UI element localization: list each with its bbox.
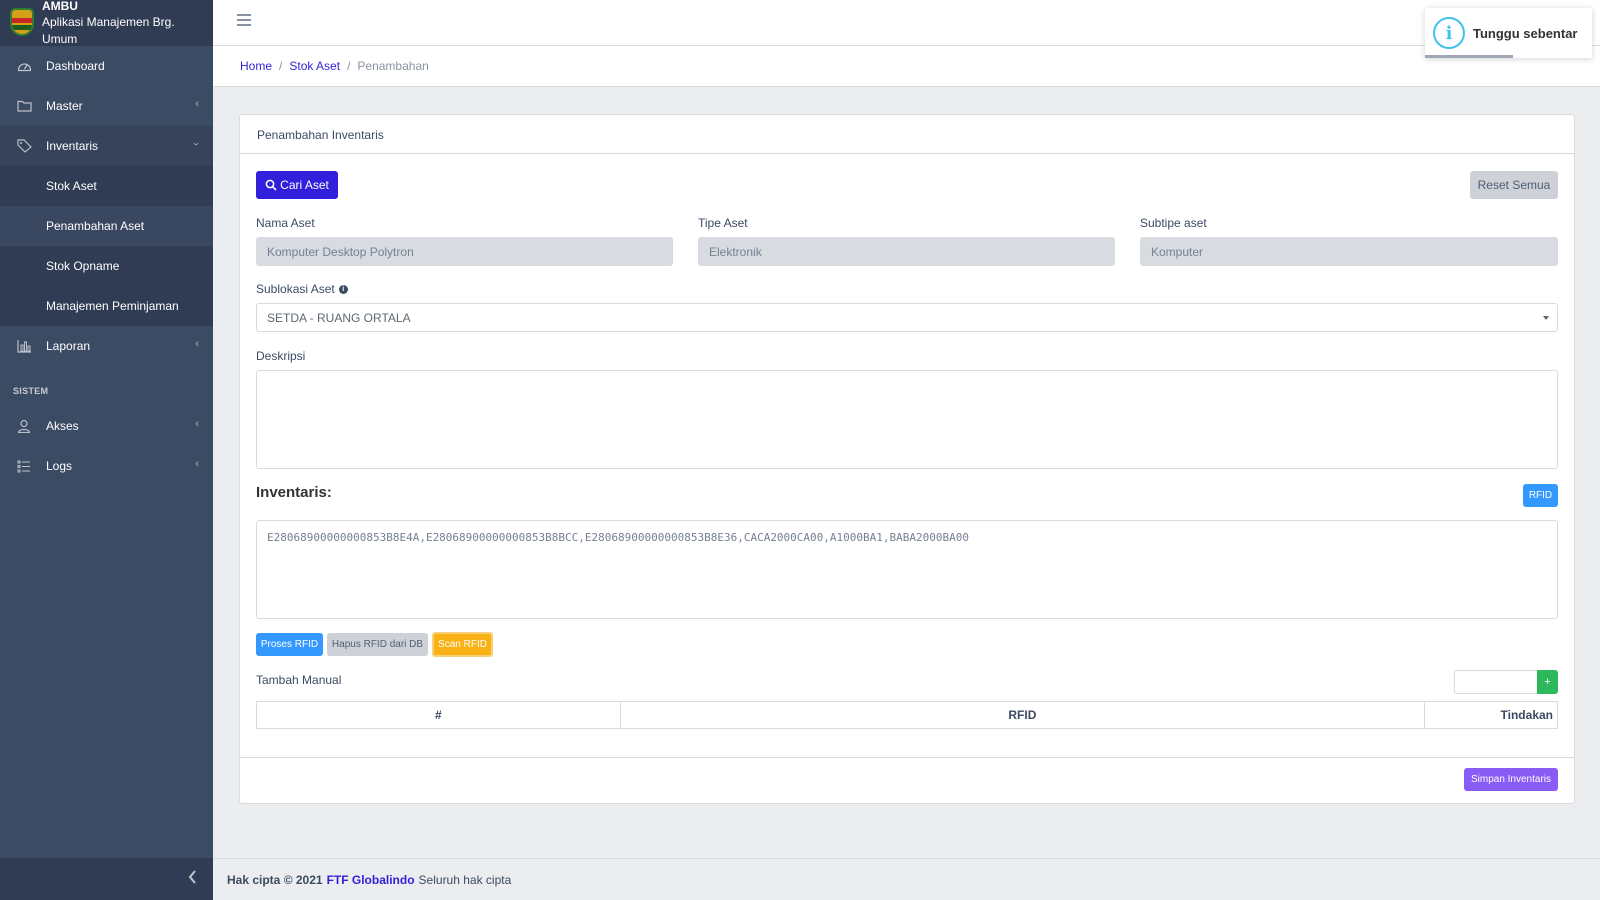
folder-icon (16, 98, 32, 114)
brand[interactable]: AMBU Aplikasi Manajemen Brg. Umum (0, 0, 213, 46)
chart-icon (16, 338, 32, 354)
sidebar-item-label: Dashboard (46, 59, 105, 73)
sidebar-item-label: Inventaris (46, 139, 99, 153)
scan-rfid-button[interactable]: Scan RFID (432, 632, 493, 657)
info-icon: i (1433, 17, 1465, 49)
header (213, 0, 1600, 46)
chevron-left-icon: ‹ (195, 98, 199, 110)
card-title: Penambahan Inventaris (240, 115, 1574, 154)
user-icon (16, 418, 32, 434)
sublokasi-aset-label: Sublokasi Aset (256, 282, 335, 296)
chevron-left-icon: ‹ (195, 338, 199, 350)
simpan-inventaris-button[interactable]: Simpan Inventaris (1464, 768, 1558, 791)
breadcrumb-current: Penambahan (357, 59, 429, 73)
subtipe-aset-label: Subtipe aset (1140, 216, 1207, 230)
page-footer: Hak cipta © 2021 FTF Globalindo Seluruh … (213, 858, 1600, 900)
sidebar-item-master[interactable]: Master ‹ (0, 86, 213, 126)
sidebar-item-stok-aset[interactable]: Stok Aset (0, 166, 213, 206)
tambah-manual-input[interactable] (1454, 670, 1538, 694)
info-circle-icon[interactable]: i (338, 284, 348, 294)
deskripsi-label: Deskripsi (256, 349, 306, 363)
breadcrumb: Home / Stok Aset / Penambahan (213, 46, 1600, 87)
toast-notification: i Tunggu sebentar (1425, 8, 1592, 58)
tambah-manual-label: Tambah Manual (256, 673, 342, 687)
cari-aset-button[interactable]: Cari Aset (256, 171, 338, 199)
sidebar-item-label: Master (46, 99, 83, 113)
breadcrumb-stok-aset[interactable]: Stok Aset (289, 59, 340, 73)
subtipe-aset-field[interactable]: Komputer (1140, 237, 1558, 266)
toast-text: Tunggu sebentar (1473, 25, 1578, 41)
toast-progress (1425, 55, 1513, 58)
brand-subtitle: Aplikasi Manajemen Brg. Umum (41, 14, 175, 46)
tipe-aset-field[interactable]: Elektronik (698, 237, 1115, 266)
hapus-rfid-button[interactable]: Hapus RFID dari DB (327, 633, 428, 656)
logo-icon (10, 8, 36, 38)
tipe-aset-label: Tipe Aset (698, 216, 748, 230)
breadcrumb-home[interactable]: Home (240, 59, 272, 73)
deskripsi-textarea[interactable] (256, 370, 1558, 469)
sidebar-item-penambahan-aset[interactable]: Penambahan Aset (0, 206, 213, 246)
rfid-table: # RFID Tindakan (256, 701, 1558, 729)
chevron-down-icon: ‹ (190, 142, 203, 146)
brand-title: AMBU (41, 0, 78, 13)
table-header-rfid: RFID (619, 701, 1426, 729)
sidebar-item-stok-opname[interactable]: Stok Opname (0, 246, 213, 286)
sublokasi-aset-label-group: Sublokasi Aset i (256, 282, 348, 296)
breadcrumb-separator: / (347, 59, 351, 73)
chevron-left-icon: ‹ (195, 418, 199, 430)
sidebar-item-manajemen-peminjaman[interactable]: Manajemen Peminjaman (0, 286, 213, 326)
chevron-left-icon[interactable] (188, 870, 197, 889)
copyright-prefix: Hak cipta © 2021 (227, 872, 323, 887)
sidebar-item-laporan[interactable]: Laporan ‹ (0, 326, 213, 366)
sidebar-minimizer[interactable] (0, 858, 213, 900)
copyright-suffix: Seluruh hak cipta (418, 872, 512, 887)
inventaris-heading: Inventaris: (256, 484, 332, 501)
sublokasi-selected-value: SETDA - RUANG ORTALA (267, 310, 411, 325)
company-link[interactable]: FTF Globalindo (327, 873, 415, 887)
rfid-textarea[interactable]: E28068900000000853B8E4A,E280689000000008… (256, 520, 1558, 619)
sidebar-item-label: Stok Opname (46, 259, 120, 273)
list-icon (16, 458, 32, 474)
rfid-button[interactable]: RFID (1523, 484, 1558, 507)
sidebar-section-title: SISTEM (13, 386, 49, 396)
sidebar-item-label: Penambahan Aset (46, 219, 145, 233)
chevron-left-icon: ‹ (195, 458, 199, 470)
caret-down-icon (1543, 316, 1549, 320)
proses-rfid-button[interactable]: Proses RFID (256, 633, 323, 656)
search-icon (265, 179, 277, 191)
nama-aset-label: Nama Aset (256, 216, 315, 230)
nama-aset-field[interactable]: Komputer Desktop Polytron (256, 237, 673, 266)
card-footer: Simpan Inventaris (240, 757, 1574, 803)
breadcrumb-separator: / (279, 59, 283, 73)
sidebar: AMBU Aplikasi Manajemen Brg. Umum Dashbo… (0, 0, 213, 900)
sidebar-item-akses[interactable]: Akses ‹ (0, 406, 213, 446)
reset-semua-button[interactable]: Reset Semua (1470, 171, 1558, 199)
speedometer-icon (16, 58, 32, 74)
sidebar-item-inventaris[interactable]: Inventaris ‹ (0, 126, 213, 166)
penambahan-card: Penambahan Inventaris Cari Aset Reset Se… (239, 114, 1575, 804)
table-header-tindakan: Tindakan (1424, 701, 1558, 729)
sidebar-item-label: Manajemen Peminjaman (46, 299, 179, 313)
tag-icon (16, 138, 32, 154)
menu-icon[interactable] (237, 14, 251, 29)
sidebar-item-logs[interactable]: Logs ‹ (0, 446, 213, 486)
sidebar-item-label: Stok Aset (46, 179, 97, 193)
table-header-number: # (256, 701, 621, 729)
sidebar-item-label: Laporan (46, 339, 91, 353)
sidebar-item-label: Akses (46, 419, 79, 433)
sidebar-item-dashboard[interactable]: Dashboard (0, 46, 213, 86)
cari-aset-label: Cari Aset (280, 178, 329, 192)
add-button[interactable]: + (1537, 670, 1558, 694)
sublokasi-aset-select[interactable]: SETDA - RUANG ORTALA (256, 303, 1558, 332)
sidebar-item-label: Logs (46, 459, 73, 473)
